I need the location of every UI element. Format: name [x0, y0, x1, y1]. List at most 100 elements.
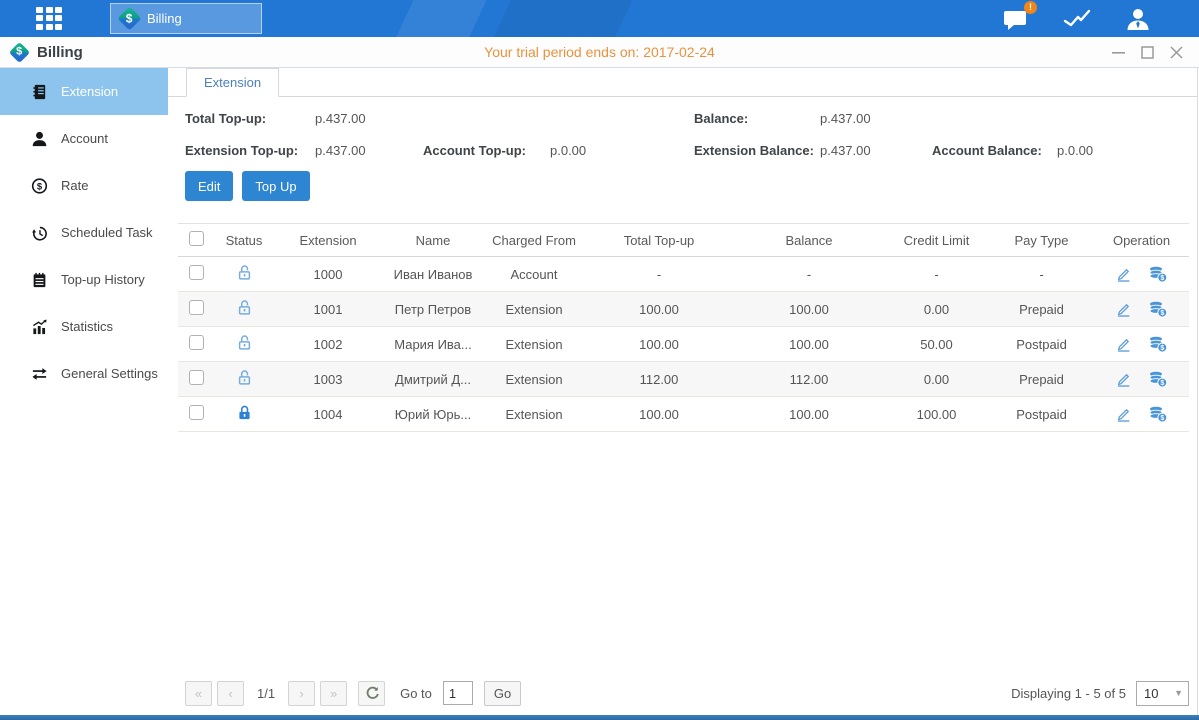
edit-row-icon[interactable] — [1115, 301, 1132, 318]
cell-charged-from: Account — [484, 257, 584, 292]
header-operation[interactable]: Operation — [1094, 224, 1189, 257]
tab-extension[interactable]: Extension — [186, 68, 279, 97]
notepad-icon — [31, 271, 48, 289]
cell-extension: 1002 — [274, 327, 382, 362]
cell-total-topup: 100.00 — [584, 397, 734, 432]
app-grid-icon[interactable] — [36, 7, 68, 31]
maximize-icon[interactable] — [1141, 46, 1154, 59]
window-title-bar: Your trial period ends on: 2017-02-24 $ … — [0, 37, 1199, 68]
sidebar: Extension Account $ Rate Scheduled Task — [0, 68, 168, 715]
header-total-topup[interactable]: Total Top-up — [584, 224, 734, 257]
billing-diamond-icon: $ — [117, 6, 141, 30]
header-name[interactable]: Name — [382, 224, 484, 257]
tab-strip: Extension — [168, 68, 1197, 97]
person-icon — [31, 130, 48, 148]
cell-name: Дмитрий Д... — [382, 362, 484, 397]
table-row: 1000 Иван Иванов Account - - - - $ — [178, 257, 1189, 292]
top-up-row-icon[interactable]: $ — [1148, 405, 1168, 423]
sidebar-item-general-settings[interactable]: General Settings — [0, 350, 168, 397]
sidebar-item-extension[interactable]: Extension — [0, 68, 168, 115]
user-account-icon[interactable] — [1125, 7, 1151, 31]
cell-extension: 1001 — [274, 292, 382, 327]
header-extension[interactable]: Extension — [274, 224, 382, 257]
account-balance-value: p.0.00 — [1057, 143, 1197, 158]
sidebar-item-label: General Settings — [61, 366, 158, 381]
svg-text:$: $ — [1160, 380, 1164, 387]
cell-total-topup: 112.00 — [584, 362, 734, 397]
total-topup-value: p.437.00 — [315, 111, 423, 126]
svg-text:$: $ — [1160, 310, 1164, 317]
lock-open-icon — [236, 264, 253, 281]
sidebar-item-label: Account — [61, 131, 108, 146]
reports-chart-icon[interactable] — [1063, 8, 1091, 30]
top-up-row-icon[interactable]: $ — [1148, 335, 1168, 353]
cell-total-topup: 100.00 — [584, 327, 734, 362]
lock-open-icon — [236, 334, 253, 351]
svg-text:$: $ — [1160, 415, 1164, 422]
cell-pay-type: - — [989, 257, 1094, 292]
transfer-arrows-icon — [31, 365, 48, 383]
prev-page-button[interactable]: ‹ — [217, 681, 244, 706]
sidebar-item-label: Statistics — [61, 319, 113, 334]
header-pay-type[interactable]: Pay Type — [989, 224, 1094, 257]
top-up-row-icon[interactable]: $ — [1148, 300, 1168, 318]
top-up-row-icon[interactable]: $ — [1148, 370, 1168, 388]
edit-button[interactable]: Edit — [185, 171, 233, 201]
header-balance[interactable]: Balance — [734, 224, 884, 257]
sidebar-item-rate[interactable]: $ Rate — [0, 162, 168, 209]
sidebar-item-topup-history[interactable]: Top-up History — [0, 256, 168, 303]
select-all-checkbox[interactable] — [189, 231, 204, 246]
header-charged-from[interactable]: Charged From — [484, 224, 584, 257]
row-checkbox[interactable] — [189, 335, 204, 350]
table-header-row: Status Extension Name Charged From Total… — [178, 224, 1189, 257]
sidebar-item-scheduled-task[interactable]: Scheduled Task — [0, 209, 168, 256]
cell-total-topup: 100.00 — [584, 292, 734, 327]
page-size-select[interactable]: 10 ▼ — [1136, 681, 1189, 706]
edit-row-icon[interactable] — [1115, 406, 1132, 423]
messages-icon[interactable]: ! — [1003, 7, 1029, 31]
trial-notice: Your trial period ends on: 2017-02-24 — [0, 44, 1199, 60]
top-up-button[interactable]: Top Up — [242, 171, 309, 201]
sidebar-item-label: Rate — [61, 178, 88, 193]
cell-name: Петр Петров — [382, 292, 484, 327]
cell-charged-from: Extension — [484, 362, 584, 397]
table-row: 1001 Петр Петров Extension 100.00 100.00… — [178, 292, 1189, 327]
cell-name: Юрий Юрь... — [382, 397, 484, 432]
row-checkbox[interactable] — [189, 300, 204, 315]
statistics-icon — [31, 318, 48, 336]
row-checkbox[interactable] — [189, 265, 204, 280]
header-status[interactable]: Status — [214, 224, 274, 257]
last-page-button[interactable]: » — [320, 681, 347, 706]
lock-closed-icon — [236, 404, 253, 421]
clock-icon — [31, 224, 48, 242]
header-credit-limit[interactable]: Credit Limit — [884, 224, 989, 257]
sidebar-item-label: Extension — [61, 84, 118, 99]
extension-topup-label: Extension Top-up: — [185, 143, 315, 158]
sidebar-item-statistics[interactable]: Statistics — [0, 303, 168, 350]
goto-page-input[interactable] — [443, 681, 473, 705]
cell-balance: 112.00 — [734, 362, 884, 397]
row-checkbox[interactable] — [189, 370, 204, 385]
row-checkbox[interactable] — [189, 405, 204, 420]
main-panel: Extension Total Top-up: p.437.00 Balance… — [168, 68, 1198, 715]
close-icon[interactable] — [1170, 46, 1183, 59]
next-page-button[interactable]: › — [288, 681, 315, 706]
sidebar-item-account[interactable]: Account — [0, 115, 168, 162]
notification-badge: ! — [1024, 1, 1037, 14]
minimize-icon[interactable] — [1112, 46, 1125, 59]
svg-text:$: $ — [1160, 275, 1164, 282]
edit-row-icon[interactable] — [1115, 336, 1132, 353]
go-button[interactable]: Go — [484, 681, 521, 706]
taskbar-tab-billing[interactable]: $ Billing — [110, 3, 262, 34]
edit-row-icon[interactable] — [1115, 266, 1132, 283]
top-up-row-icon[interactable]: $ — [1148, 265, 1168, 283]
dollar-circle-icon: $ — [31, 177, 48, 195]
edit-row-icon[interactable] — [1115, 371, 1132, 388]
lock-open-icon — [236, 299, 253, 316]
first-page-button[interactable]: « — [185, 681, 212, 706]
cell-balance: 100.00 — [734, 327, 884, 362]
refresh-button[interactable] — [358, 681, 385, 706]
cell-credit-limit: 0.00 — [884, 292, 989, 327]
displaying-text: Displaying 1 - 5 of 5 — [1011, 686, 1126, 701]
table-row: 1003 Дмитрий Д... Extension 112.00 112.0… — [178, 362, 1189, 397]
